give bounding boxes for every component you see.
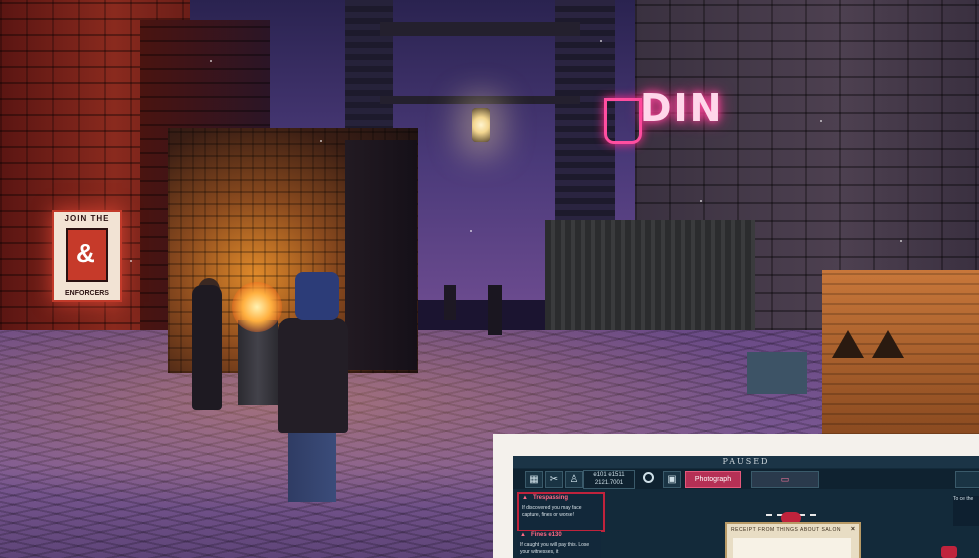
player-head bbox=[295, 272, 339, 320]
distant-pedestrian bbox=[488, 285, 502, 335]
paused-title: PAUSED bbox=[722, 457, 770, 466]
player-character bbox=[278, 318, 348, 433]
crate-arrow-icon bbox=[872, 330, 904, 358]
score-top: e101 e1511 bbox=[593, 472, 625, 478]
poster-emblem: & bbox=[66, 228, 108, 282]
card-body: If discovered you may face capture, fine… bbox=[522, 505, 582, 518]
snowflake bbox=[130, 260, 132, 262]
snowflake bbox=[210, 60, 212, 62]
snowflake bbox=[900, 240, 902, 242]
circle-icon[interactable] bbox=[643, 472, 654, 483]
barrel-fire bbox=[232, 282, 282, 332]
snowflake bbox=[470, 230, 472, 232]
pause-header: PAUSED bbox=[513, 456, 979, 468]
steel-bridge-beam bbox=[380, 22, 580, 36]
poster-top-text: JOIN THE bbox=[64, 214, 110, 223]
note-content bbox=[733, 538, 851, 558]
steel-bridge-beam-lower bbox=[380, 96, 580, 104]
player-legs bbox=[288, 432, 336, 502]
hanging-street-lamp bbox=[472, 108, 490, 142]
distant-pedestrian bbox=[444, 285, 456, 320]
photograph-button[interactable]: Photograph bbox=[685, 471, 741, 488]
card-title: Fines e130 bbox=[531, 532, 562, 538]
card-body: If caught you will pay this. Lose your w… bbox=[520, 542, 590, 555]
fire-barrel bbox=[238, 320, 278, 405]
trespassing-warning-card[interactable]: ▲ Trespassing If discovered you may face… bbox=[517, 492, 605, 532]
square-icon[interactable]: ▣ bbox=[663, 471, 681, 488]
warning-icon: ▲ bbox=[522, 495, 528, 501]
blue-bin bbox=[747, 352, 807, 394]
score-bottom: 2121.7001 bbox=[594, 480, 624, 486]
poster-bottom-text: ENFORCERS bbox=[65, 290, 109, 297]
note-heading: RECEIPT FROM THINGS ABOUT SALON bbox=[731, 527, 841, 533]
pause-menu: PAUSED ▦ ✂ ♙ e101 e1511 2121.7001 ▣ Phot… bbox=[513, 456, 979, 558]
emblem-glyph: & bbox=[76, 238, 95, 268]
calendar-icon[interactable]: ▦ bbox=[525, 471, 543, 488]
snowflake bbox=[820, 120, 822, 122]
warning-icon: ▲ bbox=[520, 532, 526, 538]
close-icon[interactable]: × bbox=[851, 526, 855, 533]
neon-diner-sign: DIN bbox=[640, 86, 724, 130]
snowflake bbox=[320, 140, 322, 142]
score-readout: e101 e1511 2121.7001 bbox=[583, 470, 635, 489]
pause-toolbar: ▦ ✂ ♙ e101 e1511 2121.7001 ▣ Photograph … bbox=[513, 469, 979, 489]
enforcers-poster: JOIN THE & ENFORCERS bbox=[52, 210, 122, 302]
neon-cup-icon bbox=[604, 98, 642, 144]
card-title: Trespassing bbox=[533, 495, 569, 501]
evidence-note[interactable]: RECEIPT FROM THINGS ABOUT SALON × bbox=[725, 522, 861, 558]
fines-card[interactable]: ▲ Fines e130 If caught you will pay this… bbox=[517, 531, 601, 558]
person-icon[interactable]: ♙ bbox=[565, 471, 583, 488]
snowflake bbox=[700, 200, 702, 202]
crate-arrow-icon bbox=[832, 330, 864, 358]
red-marker-icon[interactable] bbox=[941, 546, 957, 558]
right-panel-stub: To ce the bbox=[953, 496, 979, 526]
scissors-icon[interactable]: ✂ bbox=[545, 471, 563, 488]
evidence-folder-button[interactable]: ▭ bbox=[751, 471, 819, 488]
booth-dark-side bbox=[345, 140, 417, 370]
npc-warming-hands bbox=[192, 285, 222, 410]
snowflake bbox=[600, 40, 602, 42]
toolbar-right-button[interactable] bbox=[955, 471, 979, 488]
